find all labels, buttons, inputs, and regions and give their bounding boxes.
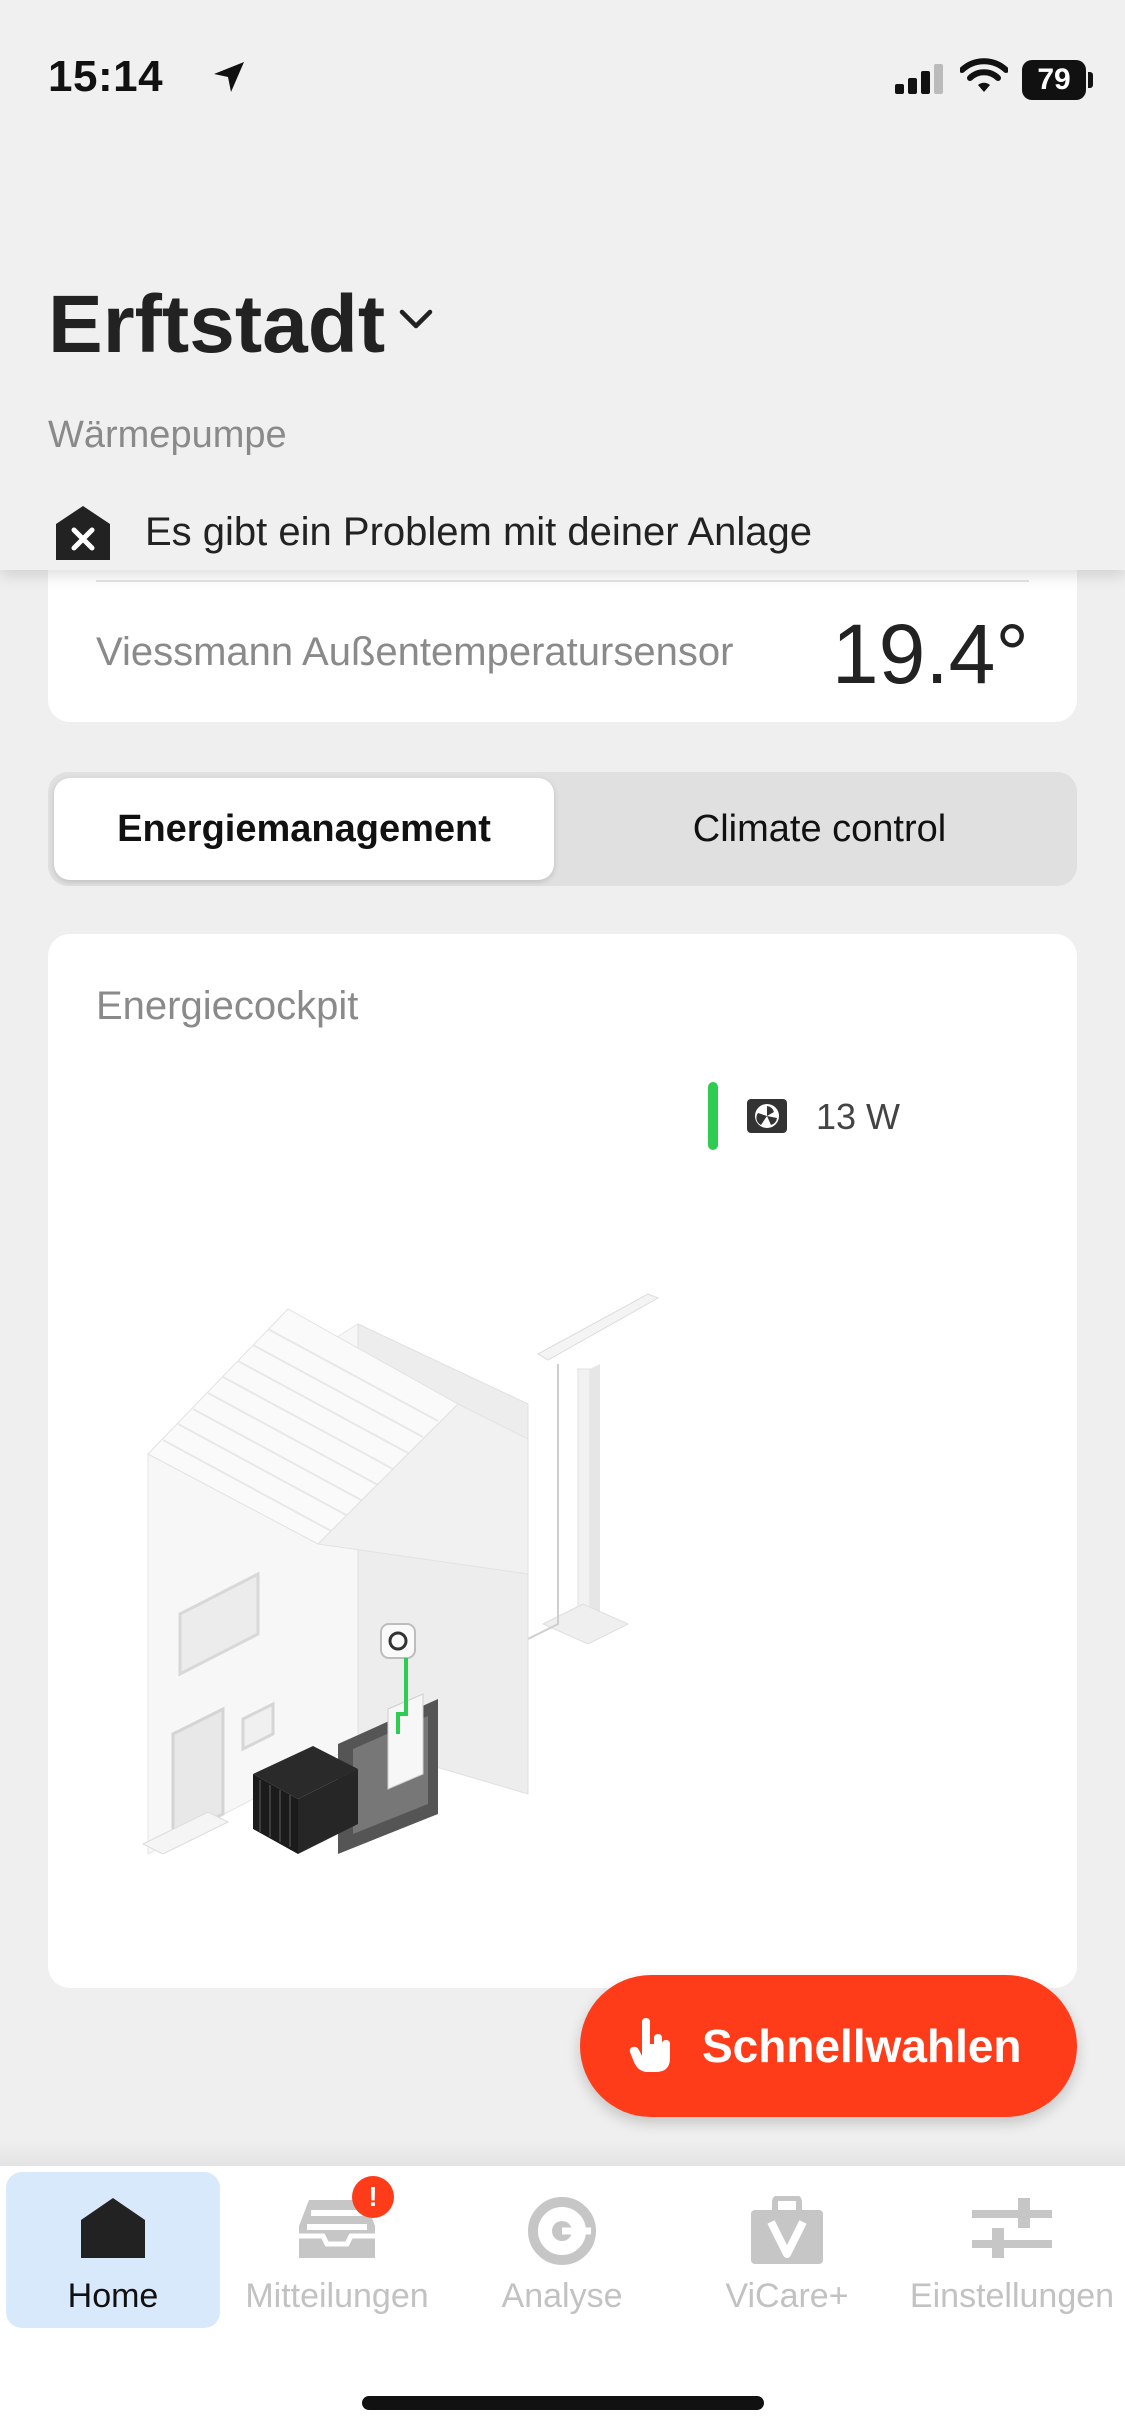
device-subtitle: Wärmepumpe bbox=[48, 414, 287, 456]
nav-item-home[interactable]: Home bbox=[6, 2172, 220, 2328]
tab-energiemanagement[interactable]: Energiemanagement bbox=[54, 778, 554, 880]
nav-item-mitteilungen[interactable]: Mitteilungen bbox=[230, 2172, 444, 2328]
nav-label-analyse: Analyse bbox=[501, 2277, 623, 2315]
quick-actions-label: Schnellwahlen bbox=[702, 2020, 1022, 2072]
error-house-icon bbox=[56, 506, 110, 560]
toolbag-icon bbox=[751, 2196, 823, 2264]
heat-pump-fan-icon bbox=[747, 1099, 787, 1133]
power-flow-indicator bbox=[708, 1082, 718, 1150]
divider bbox=[96, 580, 1029, 582]
tab-climate-control[interactable]: Climate control bbox=[568, 778, 1071, 880]
energy-cockpit-card[interactable]: Energiecockpit 13 W bbox=[48, 934, 1077, 1988]
house-icon bbox=[81, 2198, 145, 2258]
wifi-icon bbox=[960, 58, 1008, 92]
battery-tip bbox=[1088, 72, 1093, 88]
power-pole bbox=[536, 1293, 660, 1645]
nav-item-einstellungen[interactable]: Einstellungen bbox=[905, 2172, 1119, 2328]
status-time: 15:14 bbox=[48, 52, 164, 101]
battery-indicator: 79 bbox=[1022, 60, 1086, 100]
cellular-signal-icon bbox=[895, 64, 943, 94]
notification-badge: ! bbox=[352, 2176, 394, 2218]
sliders-icon bbox=[972, 2198, 1052, 2258]
quick-actions-button[interactable]: Schnellwahlen bbox=[580, 1975, 1077, 2117]
nav-label-einstellungen: Einstellungen bbox=[909, 2277, 1115, 2315]
analysis-icon bbox=[528, 2197, 596, 2265]
tap-hand-icon bbox=[629, 2018, 670, 2072]
nav-item-analyse[interactable]: Analyse bbox=[455, 2172, 669, 2328]
header-panel: Erftstadt Wärmepumpe Es gibt ein Problem… bbox=[0, 0, 1125, 570]
house-illustration[interactable] bbox=[88, 1214, 708, 1854]
nav-label-mitteilungen: Mitteilungen bbox=[245, 2277, 429, 2315]
alert-message[interactable]: Es gibt ein Problem mit deiner Anlage bbox=[145, 510, 812, 555]
segmented-control: Energiemanagement Climate control bbox=[48, 772, 1077, 886]
sensor-label: Viessmann Außentemperatursensor bbox=[96, 630, 734, 674]
location-title[interactable]: Erftstadt bbox=[48, 278, 385, 372]
temperature-card[interactable]: Viessmann Außentemperatursensor 19.4° bbox=[48, 560, 1077, 722]
nav-label-vicare-plus: ViCare+ bbox=[725, 2277, 849, 2315]
temperature-value: 19.4° bbox=[831, 607, 1029, 701]
cockpit-title: Energiecockpit bbox=[96, 984, 359, 1028]
power-value: 13 W bbox=[816, 1096, 901, 1137]
chevron-down-icon[interactable] bbox=[396, 306, 436, 332]
nav-label-home: Home bbox=[67, 2277, 159, 2315]
nav-item-vicare-plus[interactable]: ViCare+ bbox=[680, 2172, 894, 2328]
home-indicator[interactable] bbox=[362, 2396, 764, 2410]
location-arrow-icon bbox=[214, 62, 244, 92]
